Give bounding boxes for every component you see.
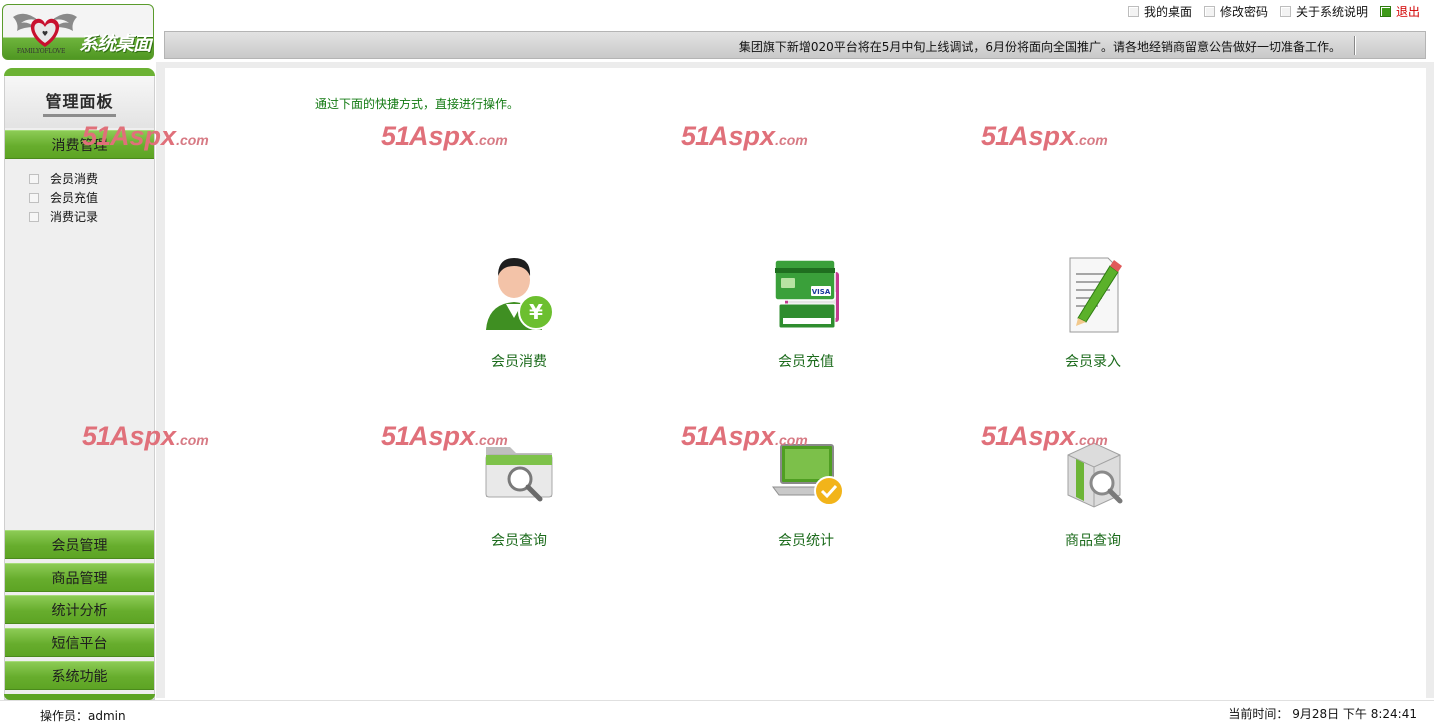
bullet-square-icon	[1279, 5, 1291, 17]
menu-statistics[interactable]: 统计分析	[5, 595, 154, 624]
watermark: 51Aspx.com	[981, 121, 1108, 151]
logout-square-icon	[1379, 5, 1391, 17]
my-desktop-link[interactable]: 我的桌面	[1127, 3, 1192, 20]
member-consume-icon: ¥	[486, 258, 554, 330]
shortcut-member-recharge[interactable]: VISA 会员充值	[736, 252, 876, 371]
submenu-item-member-recharge[interactable]: 会员充值	[29, 188, 98, 207]
menu-product-management[interactable]: 商品管理	[5, 563, 154, 592]
about-system-link[interactable]: 关于系统说明	[1279, 3, 1368, 20]
about-system-label: 关于系统说明	[1295, 4, 1368, 19]
menu-sms-platform[interactable]: 短信平台	[5, 628, 154, 657]
menu-label: 短信平台	[51, 635, 108, 652]
shortcut-label: 会员统计	[778, 533, 834, 549]
watermark: 51Aspx.com	[82, 121, 209, 151]
svg-text:¥: ¥	[529, 300, 543, 324]
menu-label: 系统功能	[51, 668, 108, 685]
shortcut-label: 会员录入	[1065, 354, 1121, 370]
sidebar: 管理面板 消费管理 会员消费 会员充值 消费记录 会员管理 商品管理 统计分析 …	[4, 68, 155, 700]
menu-label: 商品管理	[51, 570, 108, 587]
menu-system-functions[interactable]: 系统功能	[5, 661, 154, 690]
submenu: 会员消费 会员充值 消费记录	[29, 169, 98, 226]
notice-divider	[1354, 36, 1355, 55]
submenu-item-label: 会员消费	[50, 172, 99, 186]
my-desktop-label: 我的桌面	[1143, 4, 1192, 19]
watermark: 51Aspx.com	[681, 121, 808, 151]
svg-text:♥: ♥	[42, 30, 48, 38]
panel-title: 管理面板	[43, 88, 116, 117]
top-links: 我的桌面 修改密码 关于系统说明 退出	[1127, 3, 1420, 20]
shortcut-member-entry[interactable]: 会员录入	[1023, 252, 1163, 371]
notice-text: 集团旗下新增020平台将在5月中旬上线调试，6月份将面向全国推广。请各地经销商留…	[738, 40, 1341, 54]
bullet-square-icon	[29, 173, 39, 184]
shortcut-label: 会员消费	[491, 354, 547, 370]
operator-label: 操作员：admin	[40, 709, 126, 723]
watermark: 51Aspx.com	[981, 421, 1108, 451]
document-pencil-icon	[1069, 257, 1122, 333]
logo-brand-text: FAMILYOFLOVE	[16, 48, 66, 55]
bullet-square-icon	[29, 211, 39, 222]
menu-label: 会员管理	[51, 537, 108, 554]
watermark: 51Aspx.com	[381, 121, 508, 151]
bullet-square-icon	[29, 192, 39, 203]
bullet-square-icon	[1203, 5, 1215, 17]
menu-member-management[interactable]: 会员管理	[5, 530, 154, 559]
current-time: 当前时间： 9月28日 下午 8:24:41	[1228, 707, 1417, 721]
logout-label: 退出	[1395, 4, 1420, 19]
main-panel	[165, 68, 1426, 698]
logout-link[interactable]: 退出	[1379, 3, 1420, 20]
shortcut-hint: 通过下面的快捷方式，直接进行操作。	[315, 97, 520, 111]
svg-text:VISA: VISA	[812, 288, 831, 296]
change-password-link[interactable]: 修改密码	[1203, 3, 1268, 20]
shortcut-member-consume[interactable]: ¥ 会员消费	[449, 252, 589, 371]
shortcut-label: 会员查询	[491, 533, 547, 549]
recharge-card-icon: VISA	[774, 259, 839, 329]
submenu-item-consume-records[interactable]: 消费记录	[29, 207, 98, 226]
notice-bar: 集团旗下新增020平台将在5月中旬上线调试，6月份将面向全国推广。请各地经销商留…	[164, 31, 1426, 59]
shortcut-label: 会员充值	[778, 354, 834, 370]
submenu-item-label: 消费记录	[50, 210, 99, 224]
logo-title: 系统桌面	[79, 33, 152, 55]
logo: ♥ FAMILYOFLOVE 系统桌面	[2, 4, 154, 60]
shortcut-label: 商品查询	[1065, 533, 1121, 549]
footer: 操作员：admin 当前时间： 9月28日 下午 8:24:41	[0, 700, 1434, 723]
watermark: 51Aspx.com	[681, 421, 808, 451]
submenu-item-label: 会员充值	[50, 191, 99, 205]
header: ♥ FAMILYOFLOVE 系统桌面 我的桌面 修改密码 关于系统说明 退出 …	[0, 0, 1434, 66]
sidebar-top-strip	[4, 68, 155, 76]
menu-label: 统计分析	[51, 602, 108, 619]
watermark: 51Aspx.com	[82, 421, 209, 451]
submenu-item-member-consume[interactable]: 会员消费	[29, 169, 98, 188]
watermark: 51Aspx.com	[381, 421, 508, 451]
change-password-label: 修改密码	[1219, 4, 1268, 19]
bullet-square-icon	[1127, 5, 1139, 17]
